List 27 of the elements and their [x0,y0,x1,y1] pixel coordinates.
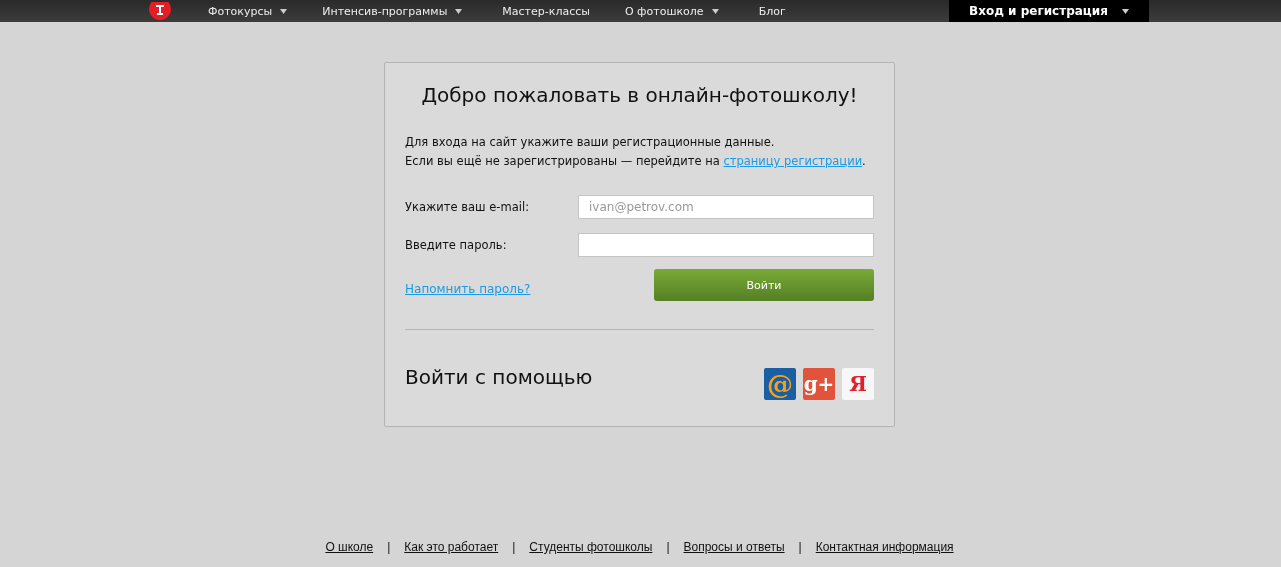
footer-link[interactable]: Контактная информация [815,540,954,554]
separator: | [666,540,670,554]
separator: | [387,540,391,554]
footer-link[interactable]: Как это работает [404,540,499,554]
separator: | [512,540,516,554]
logo-icon[interactable] [147,2,173,20]
card-title: Добро пожаловать в онлайн-фотошколу! [420,83,859,107]
login-button[interactable]: Войти [654,269,874,301]
nav-link[interactable]: Блог [758,4,786,18]
social-login-title: Войти с помощью [405,365,593,389]
nav-link[interactable]: О фотошколе [624,4,719,18]
nav-link[interactable]: Мастер-классы [502,4,590,18]
footer-link[interactable]: Вопросы и ответы [683,540,785,554]
separator: | [798,540,802,554]
yandex-login-button[interactable]: Я [842,368,874,400]
login-register-button[interactable]: Вход и регистрация [949,0,1149,22]
google-login-button[interactable]: g+ [803,368,835,400]
nav-link[interactable]: Интенсив-программы [322,4,463,18]
intro-text: Если вы ещё не зарегистрированы — перейдите на страницу регистрации. [405,153,867,170]
password-label: Введите пароль: [405,238,507,252]
email-label: Укажите ваш e-mail: [405,200,529,214]
footer-link[interactable]: Студенты фотошколы [529,540,653,554]
email-field[interactable]: ivan@petrov.com [578,195,874,219]
intro-text: Для входа на сайт укажите ваши регистрационные данные. [405,134,776,151]
password-field[interactable] [578,233,874,257]
footer-link[interactable]: О школе [325,540,374,554]
nav-link[interactable]: Фотокурсы [208,4,288,18]
